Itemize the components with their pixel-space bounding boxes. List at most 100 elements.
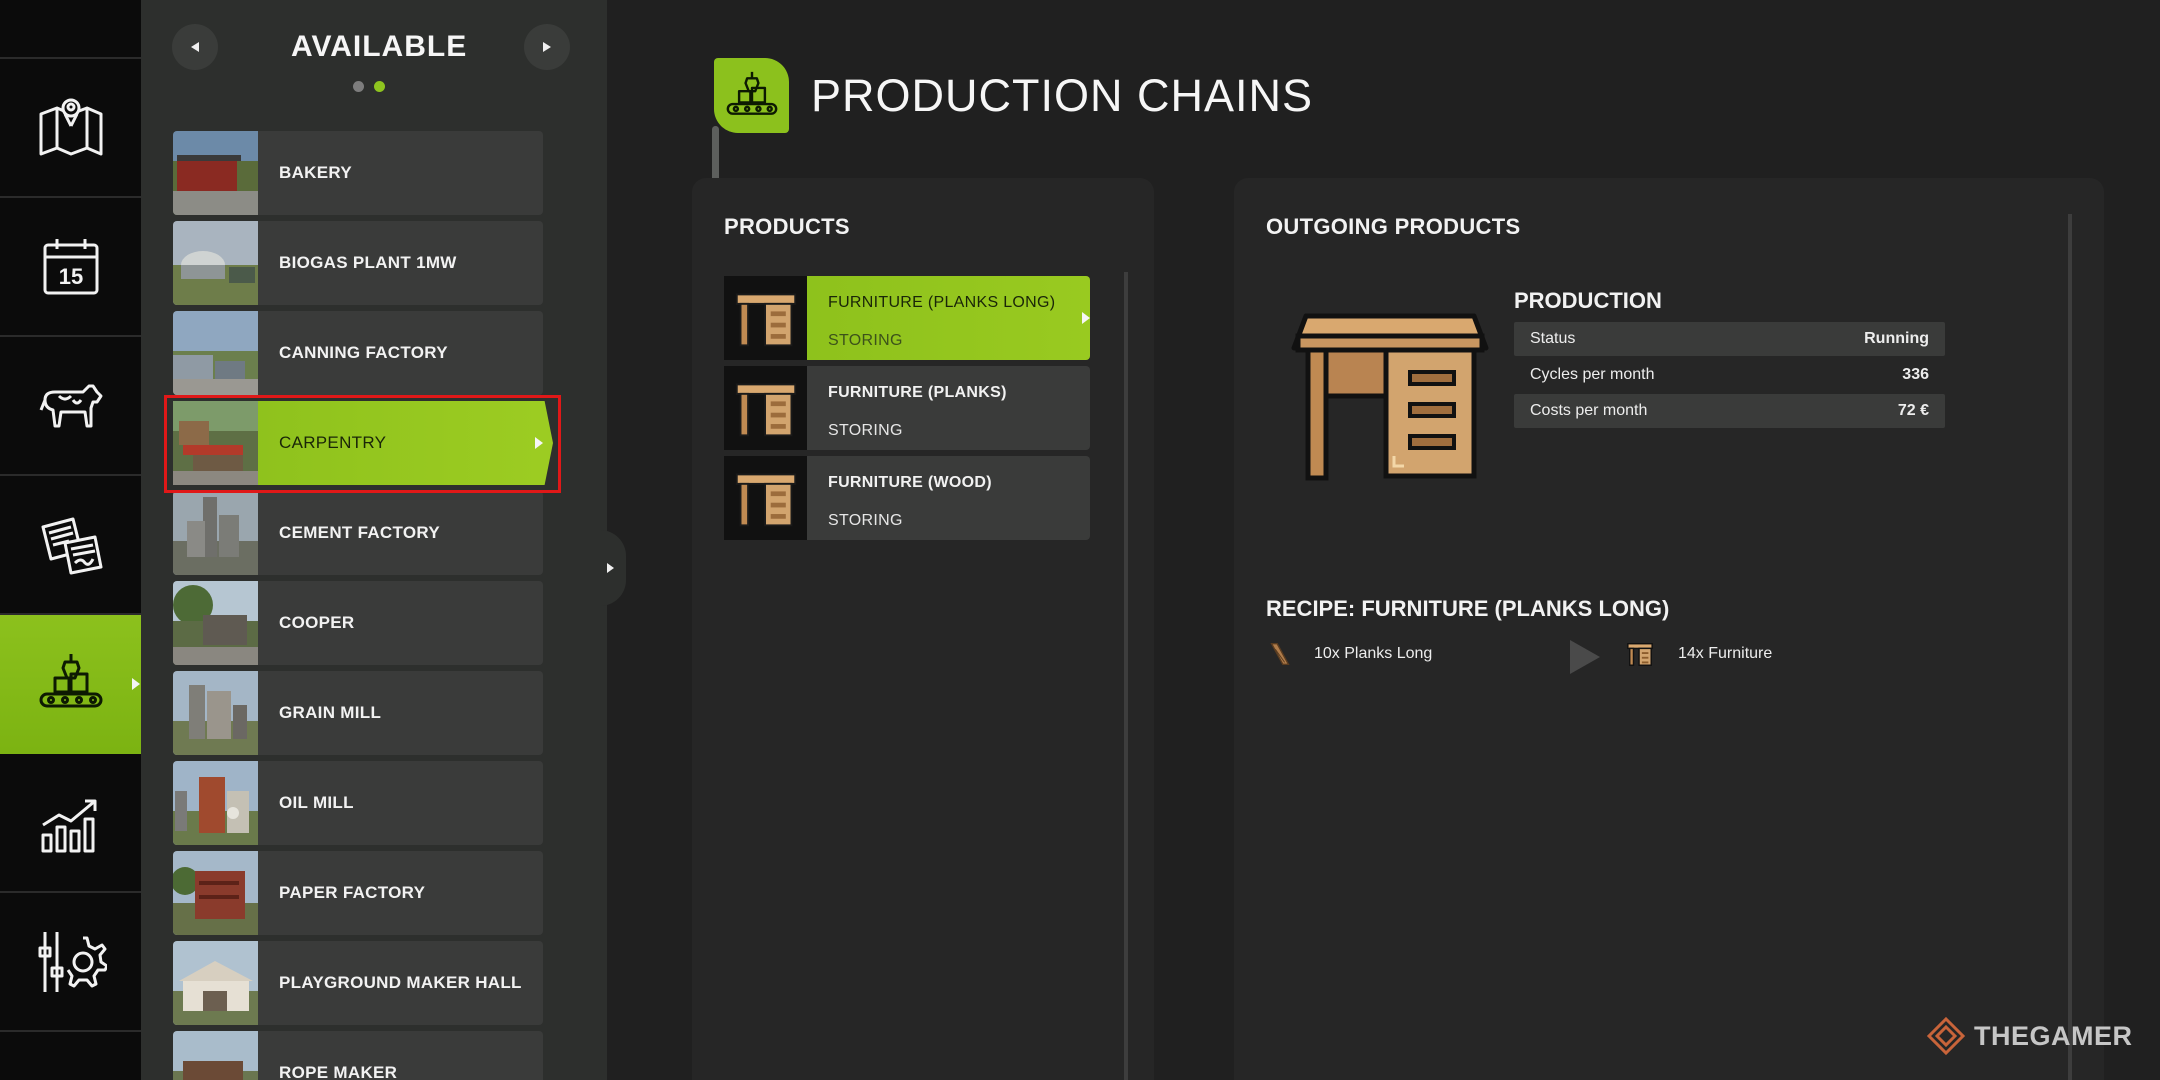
production-chains-icon bbox=[714, 58, 789, 133]
stat-row-costs: Costs per month 72 € bbox=[1514, 394, 1945, 428]
contracts-icon bbox=[41, 517, 102, 574]
recipe-arrow-icon bbox=[1570, 640, 1600, 674]
recipe-output-label: 14x Furniture bbox=[1678, 645, 1773, 662]
desk-icon bbox=[724, 456, 807, 540]
available-title: AVAILABLE bbox=[291, 30, 468, 63]
bakery-thumbnail bbox=[173, 131, 258, 215]
product-item-furniture-planks-long[interactable]: FURNITURE (PLANKS LONG) STORING bbox=[724, 276, 1090, 360]
product-name: FURNITURE (PLANKS) bbox=[828, 384, 1007, 401]
list-item-label: CANNING FACTORY bbox=[279, 343, 448, 362]
calendar-icon: 15 bbox=[43, 238, 98, 294]
page-dot-2[interactable] bbox=[374, 81, 385, 92]
list-item-carpentry[interactable]: CARPENTRY bbox=[173, 401, 553, 485]
production-list: BAKERY BIOGAS PLANT 1MW CANNING FACTORY … bbox=[173, 131, 553, 1080]
biogas-plant-thumbnail bbox=[173, 221, 258, 305]
product-state: STORING bbox=[828, 422, 903, 439]
cooper-thumbnail bbox=[173, 581, 258, 665]
nav-contracts[interactable] bbox=[0, 476, 141, 615]
rope-maker-thumbnail bbox=[173, 1031, 258, 1080]
list-item-bakery[interactable]: BAKERY bbox=[173, 131, 543, 215]
stat-value: 336 bbox=[1902, 366, 1929, 383]
stat-value: 72 € bbox=[1897, 402, 1929, 419]
list-item-cement-factory[interactable]: CEMENT FACTORY bbox=[173, 491, 543, 575]
prev-page-button[interactable] bbox=[172, 24, 218, 70]
recipe-output: 14x Furniture bbox=[1626, 640, 1772, 668]
watermark-text: THEGAMER bbox=[1974, 1020, 2133, 1051]
stat-label: Costs per month bbox=[1530, 402, 1648, 419]
oil-mill-thumbnail bbox=[173, 761, 258, 845]
stat-row-status: Status Running bbox=[1514, 322, 1945, 356]
nav-production[interactable] bbox=[0, 615, 141, 754]
list-item-oil-mill[interactable]: OIL MILL bbox=[173, 761, 543, 845]
chart-icon bbox=[41, 799, 96, 852]
product-item-furniture-wood[interactable]: FURNITURE (WOOD) STORING bbox=[724, 456, 1090, 540]
carpentry-thumbnail bbox=[173, 401, 258, 485]
products-title: PRODUCTS bbox=[724, 214, 850, 239]
playground-maker-hall-thumbnail bbox=[173, 941, 258, 1025]
map-icon bbox=[39, 98, 102, 155]
outgoing-products-panel: OUTGOING PRODUCTS PRODUCTION Status Runn… bbox=[1234, 178, 2104, 1080]
outgoing-title: OUTGOING PRODUCTS bbox=[1266, 214, 1521, 239]
nav-calendar[interactable]: 15 bbox=[0, 198, 141, 337]
list-item-label: BAKERY bbox=[279, 163, 352, 182]
list-item-label: ROPE MAKER bbox=[279, 1063, 398, 1080]
list-item-grain-mill[interactable]: GRAIN MILL bbox=[173, 671, 543, 755]
settings-gear-icon bbox=[38, 931, 107, 992]
outgoing-scrollbar[interactable] bbox=[2068, 214, 2072, 1080]
paper-factory-thumbnail bbox=[173, 851, 258, 935]
desk-icon bbox=[724, 366, 807, 450]
thegamer-logo-icon bbox=[1926, 1016, 1966, 1056]
list-item-biogas-plant[interactable]: BIOGAS PLANT 1MW bbox=[173, 221, 543, 305]
list-item-label: COOPER bbox=[279, 613, 355, 632]
furniture-desk-icon bbox=[1291, 313, 1489, 481]
stat-label: Cycles per month bbox=[1530, 366, 1655, 383]
main-nav-rail: 15 bbox=[0, 0, 141, 1080]
list-item-label: OIL MILL bbox=[279, 793, 354, 812]
product-name: FURNITURE (WOOD) bbox=[828, 474, 992, 491]
list-item-label: GRAIN MILL bbox=[279, 703, 382, 722]
stat-label: Status bbox=[1530, 330, 1576, 347]
nav-animals[interactable] bbox=[0, 337, 141, 476]
furniture-small-icon bbox=[1627, 643, 1653, 666]
list-item-cooper[interactable]: COOPER bbox=[173, 581, 543, 665]
list-item-canning-factory[interactable]: CANNING FACTORY bbox=[173, 311, 543, 395]
calendar-day-number: 15 bbox=[58, 264, 82, 289]
list-item-rope-maker[interactable]: ROPE MAKER bbox=[173, 1031, 543, 1080]
canning-factory-thumbnail bbox=[173, 311, 258, 395]
desk-icon bbox=[724, 276, 807, 360]
planks-icon bbox=[1270, 643, 1290, 665]
cow-icon bbox=[39, 384, 102, 427]
list-item-label: PAPER FACTORY bbox=[279, 883, 426, 902]
list-item-label: CARPENTRY bbox=[279, 433, 387, 452]
arrow-right-icon bbox=[543, 42, 551, 52]
products-panel: PRODUCTS FURNITURE (PLANKS LONG) STORING… bbox=[692, 178, 1154, 1080]
nav-settings[interactable] bbox=[0, 893, 141, 1032]
product-name: FURNITURE (PLANKS LONG) bbox=[828, 294, 1056, 311]
next-page-button[interactable] bbox=[524, 24, 570, 70]
nav-statistics[interactable] bbox=[0, 754, 141, 893]
collapse-panel-toggle[interactable] bbox=[600, 530, 626, 606]
product-state: STORING bbox=[828, 332, 903, 349]
chevron-right-icon bbox=[606, 563, 614, 573]
grain-mill-thumbnail bbox=[173, 671, 258, 755]
recipe-input: 10x Planks Long bbox=[1266, 640, 1432, 668]
list-item-playground-maker-hall[interactable]: PLAYGROUND MAKER HALL bbox=[173, 941, 543, 1025]
chevron-right-icon bbox=[1082, 312, 1090, 324]
arrow-left-icon bbox=[191, 42, 199, 52]
list-item-label: CEMENT FACTORY bbox=[279, 523, 440, 542]
list-item-label: BIOGAS PLANT 1MW bbox=[279, 253, 457, 272]
chevron-right-icon bbox=[535, 437, 543, 449]
page-dot-1[interactable] bbox=[353, 81, 364, 92]
page-title: PRODUCTION CHAINS bbox=[811, 70, 1314, 121]
list-item-paper-factory[interactable]: PAPER FACTORY bbox=[173, 851, 543, 935]
production-icon bbox=[39, 653, 102, 707]
list-item-label: PLAYGROUND MAKER HALL bbox=[279, 973, 522, 992]
stat-value: Running bbox=[1864, 330, 1929, 347]
product-state: STORING bbox=[828, 512, 903, 529]
nav-map[interactable] bbox=[0, 59, 141, 198]
recipe-input-label: 10x Planks Long bbox=[1314, 645, 1433, 662]
product-item-furniture-planks[interactable]: FURNITURE (PLANKS) STORING bbox=[724, 366, 1090, 450]
recipe-title: RECIPE: FURNITURE (PLANKS LONG) bbox=[1266, 596, 1670, 621]
products-scrollbar[interactable] bbox=[1124, 272, 1128, 1080]
cement-factory-thumbnail bbox=[173, 491, 258, 575]
